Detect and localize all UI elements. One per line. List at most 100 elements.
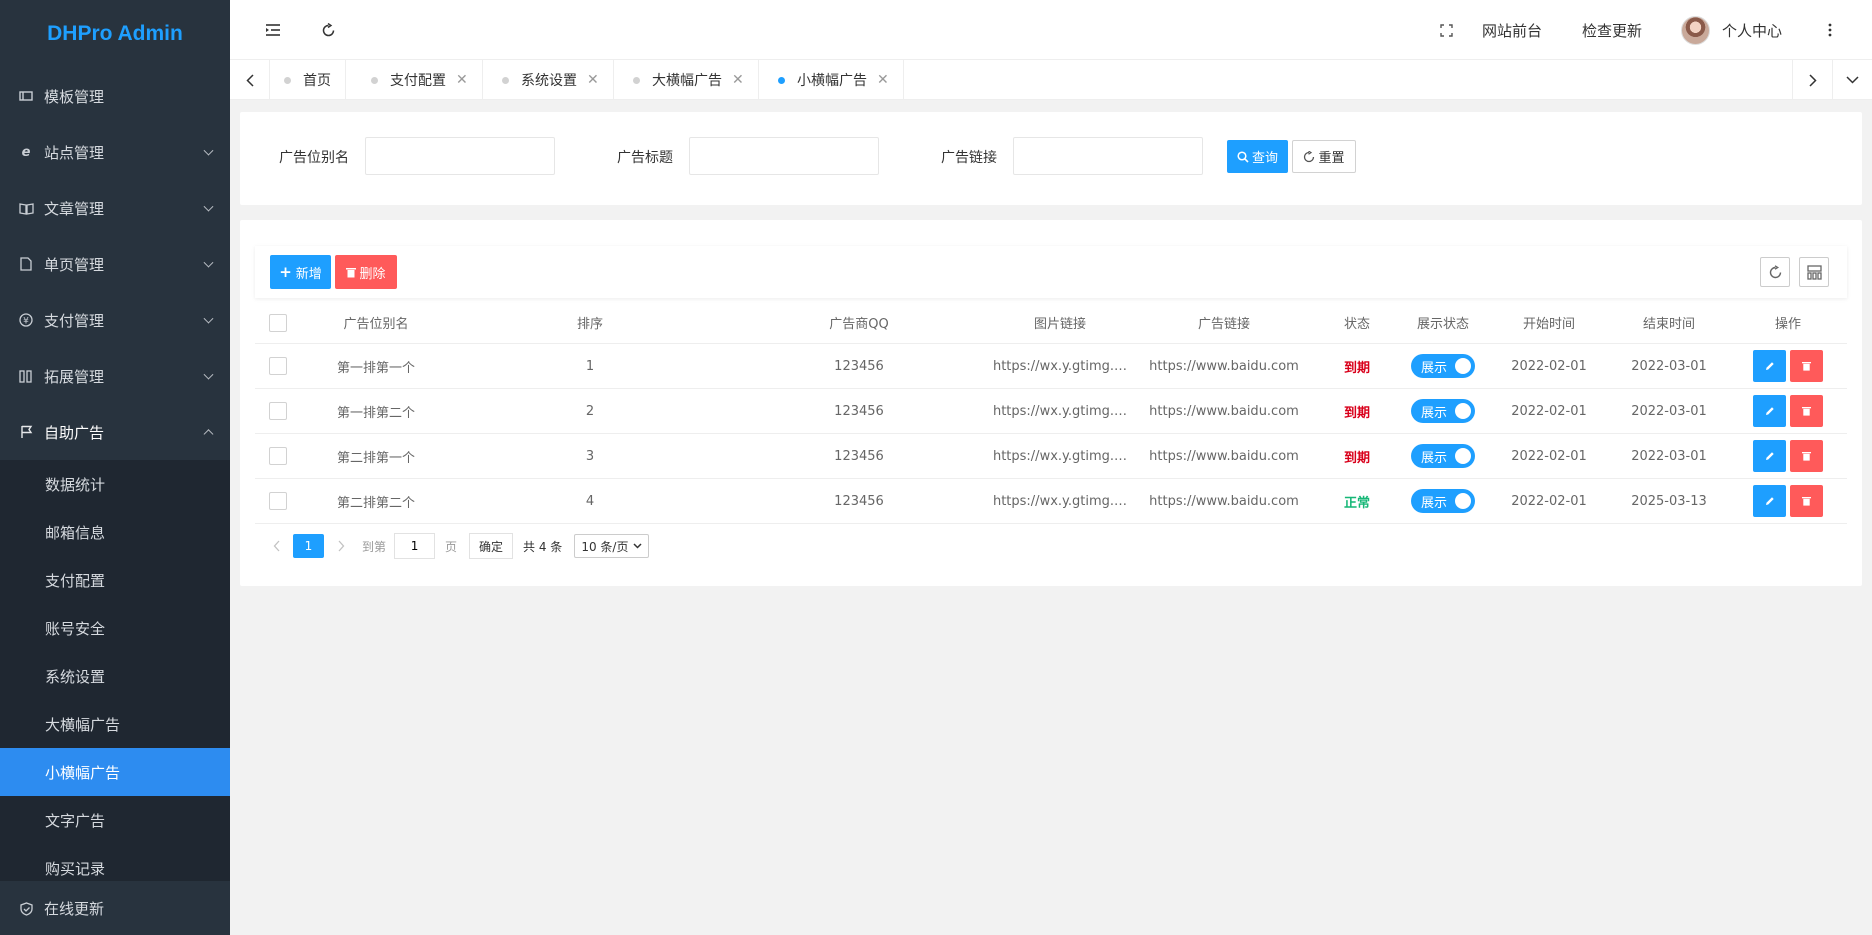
confirm-button[interactable]: 确定 (469, 533, 514, 559)
cell-qq: 123456 (834, 403, 884, 419)
tab-small-banner[interactable]: 小横幅广告 ✕ (764, 60, 904, 100)
display-toggle[interactable]: 展示 (1411, 489, 1475, 513)
submenu-self-ads: 数据统计 邮箱信息 支付配置 账号安全 系统设置 大横幅广告 小横幅广告 文字广… (0, 460, 230, 892)
next-page-icon[interactable] (330, 540, 352, 552)
display-toggle[interactable]: 展示 (1411, 399, 1475, 423)
page-size-select[interactable]: 10 条/页 (574, 534, 650, 558)
row-checkbox[interactable] (269, 447, 287, 465)
prev-page-icon[interactable] (265, 540, 287, 552)
link-input[interactable] (1013, 137, 1203, 175)
submenu-item-email[interactable]: 邮箱信息 (0, 508, 230, 556)
book-icon (18, 200, 34, 216)
sidebar-item-article[interactable]: 文章管理 (0, 180, 230, 236)
sidebar-item-extension[interactable]: 拓展管理 (0, 348, 230, 404)
close-icon[interactable]: ✕ (456, 72, 468, 88)
submenu-item-text-ads[interactable]: 文字广告 (0, 796, 230, 844)
col-header-alias[interactable]: 广告位别名 (301, 302, 451, 343)
submenu-item-system-settings[interactable]: 系统设置 (0, 652, 230, 700)
more-vertical-icon[interactable] (1818, 18, 1842, 42)
submenu-item-pay-config[interactable]: 支付配置 (0, 556, 230, 604)
table-refresh-button[interactable] (1760, 257, 1790, 287)
col-header-end[interactable]: 结束时间 (1609, 302, 1729, 343)
column-filter-button[interactable] (1799, 257, 1829, 287)
trash-icon (1802, 497, 1811, 506)
delete-row-button[interactable] (1790, 395, 1823, 427)
tabs-prev-button[interactable] (230, 60, 270, 100)
menu-fold-icon[interactable] (261, 18, 285, 42)
col-header-ad-link[interactable]: 广告链接 (1131, 302, 1317, 343)
tab-large-banner[interactable]: 大横幅广告 ✕ (619, 60, 759, 100)
delete-row-button[interactable] (1790, 350, 1823, 382)
table-row: 第二排第一个 3 123456 https://wx.y.gtimg.… https:/… (255, 434, 1847, 479)
alias-input[interactable] (365, 137, 555, 175)
edit-button[interactable] (1753, 350, 1786, 382)
toggle-knob (1455, 448, 1471, 464)
sidebar-item-page[interactable]: 单页管理 (0, 236, 230, 292)
col-header-image-link[interactable]: 图片链接 (989, 302, 1131, 343)
check-update-link[interactable]: 检查更新 (1582, 20, 1642, 41)
submenu-item-stats[interactable]: 数据统计 (0, 460, 230, 508)
edit-button[interactable] (1753, 395, 1786, 427)
toggle-knob (1455, 493, 1471, 509)
refresh-icon[interactable] (316, 18, 340, 42)
reset-button[interactable]: 重置 (1292, 140, 1356, 173)
display-toggle[interactable]: 展示 (1411, 444, 1475, 468)
submenu-item-large-banner[interactable]: 大横幅广告 (0, 700, 230, 748)
sidebar-item-template[interactable]: 模板管理 (0, 68, 230, 124)
display-toggle[interactable]: 展示 (1411, 354, 1475, 378)
sidebar-item-label: 在线更新 (44, 900, 105, 918)
cell-image-link: https://wx.y.gtimg.… (992, 403, 1128, 419)
title-label: 广告标题 (617, 150, 673, 166)
cell-alias: 第二排第二个 (336, 495, 415, 511)
tabs-menu-button[interactable] (1832, 60, 1872, 100)
sidebar-item-site[interactable]: e 站点管理 (0, 124, 230, 180)
col-header-status[interactable]: 状态 (1317, 302, 1397, 343)
submenu-item-small-banner[interactable]: 小横幅广告 (0, 748, 230, 796)
row-checkbox[interactable] (269, 492, 287, 510)
fullscreen-icon[interactable] (1434, 18, 1458, 42)
tab-system-settings[interactable]: 系统设置 ✕ (488, 60, 614, 100)
site-front-link[interactable]: 网站前台 (1482, 20, 1542, 41)
page-1-button[interactable]: 1 (293, 534, 324, 558)
tab-label: 小横幅广告 (797, 73, 867, 89)
col-header-qq[interactable]: 广告商QQ (729, 302, 989, 343)
close-icon[interactable]: ✕ (587, 72, 599, 88)
query-button[interactable]: 查询 (1227, 140, 1288, 173)
delete-button[interactable]: 删除 (335, 255, 397, 289)
cell-ad-link: https://www.baidu.com (1149, 493, 1299, 509)
add-button[interactable]: + 新增 (270, 255, 331, 289)
row-select-cell (255, 434, 301, 478)
title-input[interactable] (689, 137, 879, 175)
sidebar-item-self-ads[interactable]: 自助广告 (0, 404, 230, 460)
close-icon[interactable]: ✕ (877, 72, 889, 88)
select-all-checkbox[interactable] (269, 313, 287, 332)
tabs-next-button[interactable] (1792, 60, 1832, 100)
edit-button[interactable] (1753, 440, 1786, 472)
edit-button[interactable] (1753, 485, 1786, 517)
tabs-bar: 首页 支付配置 ✕ 系统设置 ✕ 大横幅广告 ✕ 小横幅广告 ✕ (230, 60, 1872, 100)
col-header-sort[interactable]: 排序 (451, 302, 729, 343)
submenu-item-account-security[interactable]: 账号安全 (0, 604, 230, 652)
delete-row-button[interactable] (1790, 440, 1823, 472)
close-icon[interactable]: ✕ (732, 72, 744, 88)
yen-icon: ¥ (18, 312, 34, 328)
avatar[interactable] (1681, 16, 1710, 45)
sidebar-item-online-update[interactable]: 在线更新 (0, 881, 230, 935)
col-header-start[interactable]: 开始时间 (1489, 302, 1609, 343)
tab-pay-config[interactable]: 支付配置 ✕ (357, 60, 483, 100)
page-jump-input[interactable] (394, 533, 436, 559)
delete-row-button[interactable] (1790, 485, 1823, 517)
sidebar-item-payment[interactable]: ¥ 支付管理 (0, 292, 230, 348)
row-checkbox[interactable] (269, 402, 287, 420)
tab-home[interactable]: 首页 (270, 60, 346, 100)
personal-center-link[interactable]: 个人中心 (1722, 20, 1782, 41)
flag-icon (18, 424, 34, 440)
row-checkbox[interactable] (269, 357, 287, 375)
ie-icon: e (21, 144, 31, 160)
col-header-display[interactable]: 展示状态 (1397, 302, 1489, 343)
svg-text:¥: ¥ (23, 317, 29, 327)
shield-icon (18, 901, 34, 917)
trash-icon (346, 267, 357, 277)
refresh-icon (1769, 264, 1781, 278)
row-select-cell (255, 389, 301, 433)
